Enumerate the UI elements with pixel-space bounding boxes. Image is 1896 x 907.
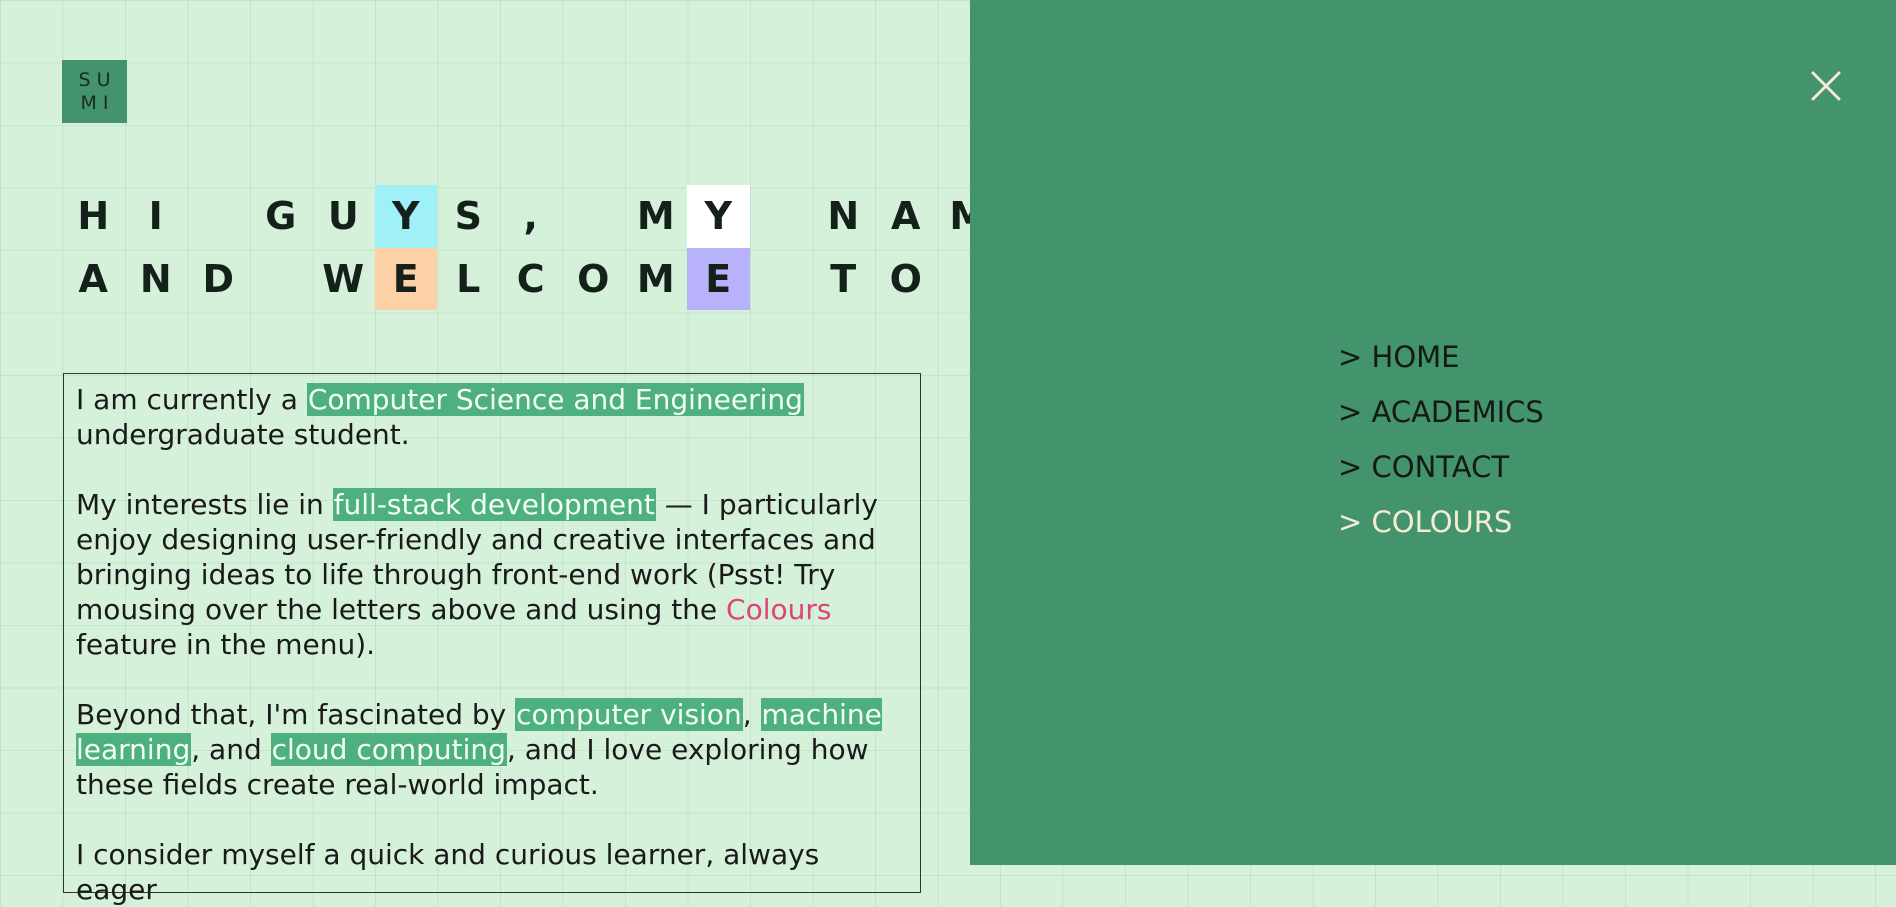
menu-item-home[interactable]: > HOME	[1338, 330, 1544, 385]
greeting-letter-highlighted[interactable]: E	[687, 247, 750, 310]
greeting-letter[interactable]: A	[875, 185, 938, 248]
about-paragraph-4: I consider myself a quick and curious le…	[76, 838, 820, 906]
greeting-letter-highlighted[interactable]: Y	[374, 185, 437, 248]
close-icon	[1811, 71, 1841, 101]
greeting-letter[interactable]	[250, 248, 313, 311]
about-text: feature in the menu).	[76, 628, 376, 661]
menu-item-colours[interactable]: > COLOURS	[1338, 495, 1544, 550]
menu-item-contact[interactable]: > CONTACT	[1338, 440, 1544, 495]
about-text: My interests lie in	[76, 488, 333, 521]
about-text: Beyond that, I'm fascinated by	[76, 698, 516, 731]
greeting-letter[interactable]: O	[562, 248, 625, 311]
greeting-letter[interactable]: M	[625, 248, 688, 311]
highlight-cse: Computer Science and Engineering	[306, 383, 804, 416]
greeting-letter[interactable]: O	[875, 248, 938, 311]
about-paragraph-2: My interests lie in full-stack developme…	[76, 487, 908, 662]
menu-item-academics[interactable]: > ACADEMICS	[1338, 385, 1544, 440]
logo-line-2: MI	[80, 91, 115, 114]
greeting-letter[interactable]: A	[62, 248, 125, 311]
greeting-letter[interactable]	[562, 185, 625, 248]
greeting-letter[interactable]: D	[187, 248, 250, 311]
greeting-letter[interactable]: U	[312, 185, 375, 248]
greeting-letter[interactable]: ,	[500, 185, 563, 248]
colours-link[interactable]: Colours	[726, 593, 831, 626]
greeting-letter[interactable]: G	[250, 185, 313, 248]
greeting-letter[interactable]	[750, 185, 813, 248]
greeting-letter[interactable]: T	[812, 248, 875, 311]
menu-nav: > HOME > ACADEMICS > CONTACT > COLOURS	[1338, 330, 1544, 550]
greeting-letter-highlighted[interactable]: Y	[687, 185, 750, 248]
greeting-letter[interactable]: C	[500, 248, 563, 311]
greeting-letter[interactable]: I	[125, 185, 188, 248]
about-paragraph-1: I am currently a Computer Science and En…	[76, 382, 908, 452]
highlight-cloud-computing: cloud computing	[270, 733, 507, 766]
greeting-row-1: H I G U Y S , M Y N A M	[62, 185, 1000, 248]
greeting-letter-highlighted[interactable]: E	[374, 247, 437, 310]
about-text: ,	[742, 698, 761, 731]
greeting-letter[interactable]: L	[437, 248, 500, 311]
greeting-letter-grid: H I G U Y S , M Y N A M A N D W E L C O …	[62, 185, 1000, 310]
greeting-letter[interactable]: N	[812, 185, 875, 248]
greeting-letter[interactable]	[750, 248, 813, 311]
site-logo[interactable]: SU MI	[62, 60, 127, 123]
about-paragraph-3: Beyond that, I'm fascinated by computer …	[76, 697, 908, 802]
close-menu-button[interactable]	[1808, 68, 1844, 104]
greeting-letter[interactable]	[187, 185, 250, 248]
greeting-letter[interactable]: W	[312, 248, 375, 311]
about-text-box: I am currently a Computer Science and En…	[63, 373, 921, 906]
highlight-computer-vision: computer vision	[515, 698, 743, 731]
greeting-letter[interactable]: H	[62, 185, 125, 248]
greeting-row-2: A N D W E L C O M E T O	[62, 247, 1000, 311]
about-text: undergraduate student.	[76, 418, 410, 451]
logo-line-1: SU	[78, 68, 117, 91]
highlight-full-stack: full-stack development	[332, 488, 656, 521]
greeting-letter[interactable]: M	[625, 185, 688, 248]
greeting-letter[interactable]: S	[437, 185, 500, 248]
about-text: , and	[191, 733, 271, 766]
about-text: I am currently a	[76, 383, 307, 416]
greeting-letter[interactable]: N	[125, 248, 188, 311]
